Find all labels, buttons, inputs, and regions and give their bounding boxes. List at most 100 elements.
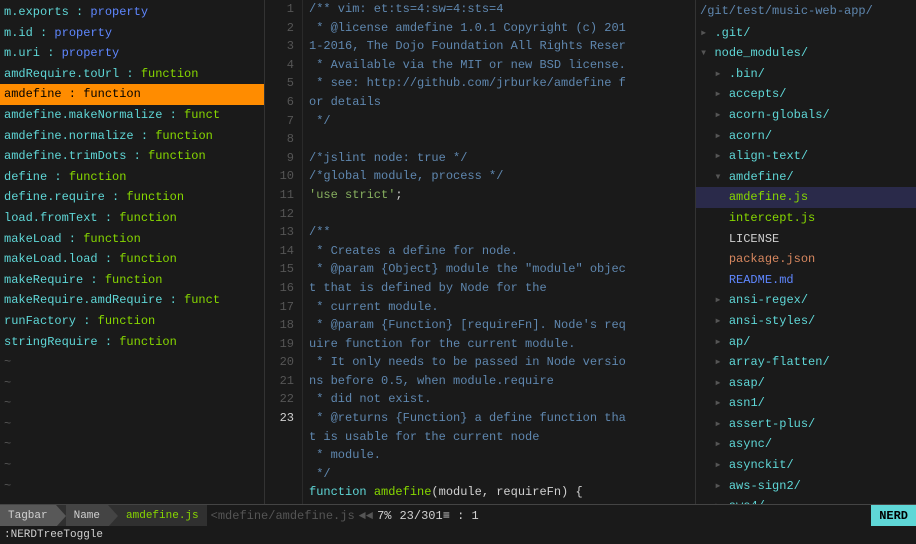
code-line-5: */ (309, 112, 695, 131)
position-label: 23/301≡ : 1 (399, 509, 478, 523)
code-line-3: * Available via the MIT or new BSD licen… (309, 56, 695, 75)
tagbar-line-makeload: makeLoad : function (0, 229, 264, 250)
arrow-icon: ▸ (714, 108, 728, 122)
arrow-icon: ▸ (714, 458, 728, 472)
code-line-20: */ (309, 465, 695, 484)
tagbar-tilde-1: ~ (0, 352, 264, 373)
code-line-2b: 1-2016, The Dojo Foundation All Rights R… (309, 37, 695, 56)
nerdtree-item-asap[interactable]: ▸ asap/ (696, 373, 916, 394)
nerdtree-header: /git/test/music-web-app/ (696, 0, 916, 23)
code-line-18: * @returns {Function} a define function … (309, 409, 695, 428)
code-line-11: /** (309, 223, 695, 242)
tagbar-tilde-8: ~ (0, 496, 264, 504)
tagbar-tilde-3: ~ (0, 393, 264, 414)
statusbar-nerd: NERD (871, 505, 916, 526)
tagbar-line-stringrequire: stringRequire : function (0, 332, 264, 353)
arrow-icon: ▸ (714, 87, 728, 101)
tagbar-line-amdefine[interactable]: amdefine : function (0, 84, 264, 105)
nerdtree-item-ap[interactable]: ▸ ap/ (696, 332, 916, 353)
nerdtree-item-asn1[interactable]: ▸ asn1/ (696, 393, 916, 414)
tagbar-entry-exports: m.exports : (4, 5, 90, 19)
arrow-icon: ▸ (714, 479, 728, 493)
statusbar-name: Name (66, 505, 108, 526)
nerdtree-item-acorn-globals[interactable]: ▸ acorn-globals/ (696, 105, 916, 126)
tagbar-tilde-4: ~ (0, 414, 264, 435)
nerdtree-item-license[interactable]: LICENSE (696, 229, 916, 250)
statusbar: Tagbar Name amdefine.js <mdefine/amdefin… (0, 504, 916, 526)
code-area[interactable]: /** vim: et:ts=4:sw=4:sts=4 * @license a… (303, 0, 695, 504)
arrow-icon: ▾ (714, 170, 728, 184)
tagbar-panel: m.exports : property m.id : property m.u… (0, 0, 265, 504)
tagbar-line-load-fromtext: load.fromText : function (0, 208, 264, 229)
tagbar-tilde-2: ~ (0, 373, 264, 394)
nerdtree-item-accepts[interactable]: ▸ accepts/ (696, 84, 916, 105)
code-line-10 (309, 205, 695, 224)
arrow-icon: ▸ (714, 396, 728, 410)
code-line-9: 'use strict'; (309, 186, 695, 205)
statusbar-tagbar: Tagbar (0, 505, 56, 526)
code-line-16: * It only needs to be passed in Node ver… (309, 353, 695, 372)
code-line-8: /*global module, process */ (309, 167, 695, 186)
statusbar-filename: amdefine.js (118, 505, 207, 526)
filename-label: amdefine.js (126, 510, 199, 522)
arrow-icon: ▸ (714, 129, 728, 143)
nerdtree-item-intercept-js[interactable]: intercept.js (696, 208, 916, 229)
nerdtree-item-aws-sign2[interactable]: ▸ aws-sign2/ (696, 476, 916, 497)
tagbar-line-define: define : function (0, 167, 264, 188)
tagbar-tilde-5: ~ (0, 434, 264, 455)
nerdtree-item-assert-plus[interactable]: ▸ assert-plus/ (696, 414, 916, 435)
arrow-icon: ▸ (714, 437, 728, 451)
tagbar-line-makenormalize: amdefine.makeNormalize : funct (0, 105, 264, 126)
code-line-21: function amdefine(module, requireFn) { (309, 483, 695, 502)
statusbar-middle: <mdefine/amdefine.js ◄◄ 7% 23/301≡ : 1 (207, 505, 872, 526)
arrow-icon: ▸ (700, 26, 714, 40)
tagbar-line-exports: m.exports : property (0, 2, 264, 23)
nerdtree-item-ansi-regex[interactable]: ▸ ansi-regex/ (696, 290, 916, 311)
name-label: Name (74, 510, 100, 522)
nerd-label: NERD (879, 509, 908, 523)
tagbar-line-normalize: amdefine.normalize : function (0, 126, 264, 147)
nerdtree-item-async[interactable]: ▸ async/ (696, 434, 916, 455)
editor-panel: 1 2 3 4 5 6 7 8 9 10 11 12 13 14 15 16 (265, 0, 696, 504)
statusbar-tagbar-arrow (56, 505, 66, 527)
code-line-15: * @param {Function} [requireFn]. Node's … (309, 316, 695, 335)
arrow-icon: ▸ (714, 67, 728, 81)
statusbar-name-arrow (108, 505, 118, 527)
code-line-2: * @license amdefine 1.0.1 Copyright (c) … (309, 19, 695, 38)
nerdtree-item-aws4[interactable]: ▸ aws4/ (696, 496, 916, 504)
arrow-icon: ▸ (714, 335, 728, 349)
arrow-icon: ▸ (714, 417, 728, 431)
code-line-14: * current module. (309, 298, 695, 317)
tagbar-label: Tagbar (8, 510, 48, 522)
tagbar-line-tourl: amdRequire.toUrl : function (0, 64, 264, 85)
code-line-1: /** vim: et:ts=4:sw=4:sts=4 (309, 0, 695, 19)
nerdtree-item-array-flatten[interactable]: ▸ array-flatten/ (696, 352, 916, 373)
nerdtree-item-align-text[interactable]: ▸ align-text/ (696, 146, 916, 167)
nerdtree-item-ansi-styles[interactable]: ▸ ansi-styles/ (696, 311, 916, 332)
code-line-19: * module. (309, 446, 695, 465)
tagbar-line-makeload-load: makeLoad.load : function (0, 249, 264, 270)
arrows-label: ◄◄ (359, 509, 373, 523)
code-line-6 (309, 130, 695, 149)
tagbar-line-define-require: define.require : function (0, 187, 264, 208)
arrow-icon: ▸ (714, 293, 728, 307)
tagbar-line-makerequire-amdrequire: makeRequire.amdRequire : funct (0, 290, 264, 311)
nerdtree-item-amdefine[interactable]: ▾ amdefine/ (696, 167, 916, 188)
tagbar-tilde-6: ~ (0, 455, 264, 476)
nerdtree-item-node-modules[interactable]: ▾ node_modules/ (696, 43, 916, 64)
main-area: m.exports : property m.id : property m.u… (0, 0, 916, 504)
nerdtree-item-asynckit[interactable]: ▸ asynckit/ (696, 455, 916, 476)
code-line-18b: t is usable for the current node (309, 428, 695, 447)
nerdtree-item-package-json[interactable]: package.json (696, 249, 916, 270)
code-line-12: * Creates a define for node. (309, 242, 695, 261)
nerdtree-item-amdefine-js[interactable]: amdefine.js (696, 187, 916, 208)
nerdtree-item-acorn[interactable]: ▸ acorn/ (696, 126, 916, 147)
tagbar-tilde-7: ~ (0, 476, 264, 497)
cmdline-text: :NERDTreeToggle (4, 529, 103, 541)
code-line-16b: ns before 0.5, when module.require (309, 372, 695, 391)
arrow-icon: ▸ (714, 355, 728, 369)
nerdtree-item-git[interactable]: ▸ .git/ (696, 23, 916, 44)
nerdtree-item-bin[interactable]: ▸ .bin/ (696, 64, 916, 85)
tagbar-line-trimdots: amdefine.trimDots : function (0, 146, 264, 167)
nerdtree-item-readme-md[interactable]: README.md (696, 270, 916, 291)
